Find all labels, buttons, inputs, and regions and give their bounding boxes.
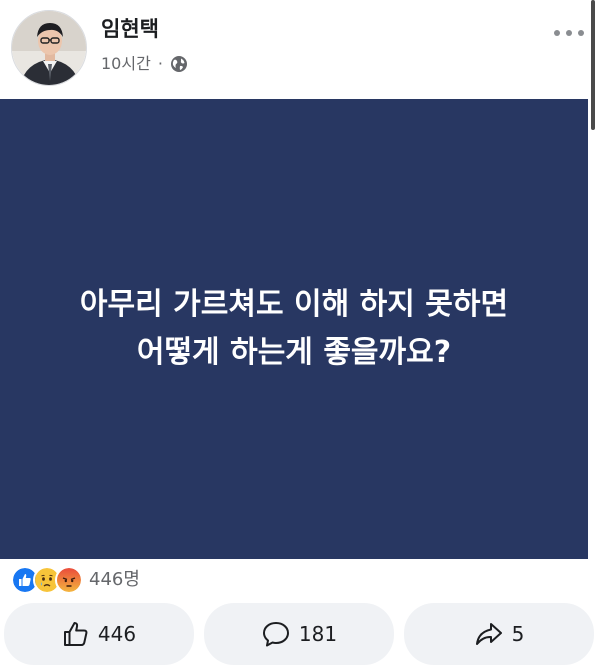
dot-icon [578,30,584,36]
globe-icon[interactable] [170,55,188,73]
like-count: 446 [97,622,137,646]
post-text-card[interactable]: 아무리 가르쳐도 이해 하지 못하면 어떻게 하는게 좋을까요? [0,99,588,559]
share-icon [475,623,502,645]
dot-icon [554,30,560,36]
comment-button[interactable]: 181 [204,603,394,665]
post-actions: 446 181 5 [4,603,594,665]
author-name[interactable]: 임현택 [101,16,159,42]
reaction-summary[interactable]: 446명 [11,566,140,594]
post-timestamp[interactable]: 10시간 [101,54,151,74]
post-text-line-2: 어떻게 하는게 좋을까요? [136,335,452,370]
share-button[interactable]: 5 [404,603,594,665]
post-text: 아무리 가르쳐도 이해 하지 못하면 어떻게 하는게 좋을까요? [80,281,508,377]
facebook-post: 임현택 10시간 · 아무리 가르쳐도 이해 하지 못하면 어떻게 하는게 좋을… [0,0,598,671]
comment-count: 181 [298,622,338,646]
post-text-line-1: 아무리 가르쳐도 이해 하지 못하면 [79,287,509,322]
thumbs-up-icon [63,622,88,646]
comment-icon [262,622,289,647]
post-header: 임현택 10시간 · [0,0,598,98]
angry-icon [55,566,83,594]
scrollbar[interactable] [591,0,595,130]
dot-icon [566,30,572,36]
share-count: 5 [511,622,525,646]
reaction-count[interactable]: 446명 [89,568,140,592]
more-options-button[interactable] [554,22,584,44]
meta-separator: · [157,54,163,73]
avatar[interactable] [11,10,87,86]
post-meta: 10시간 · [101,54,188,74]
like-button[interactable]: 446 [4,603,194,665]
